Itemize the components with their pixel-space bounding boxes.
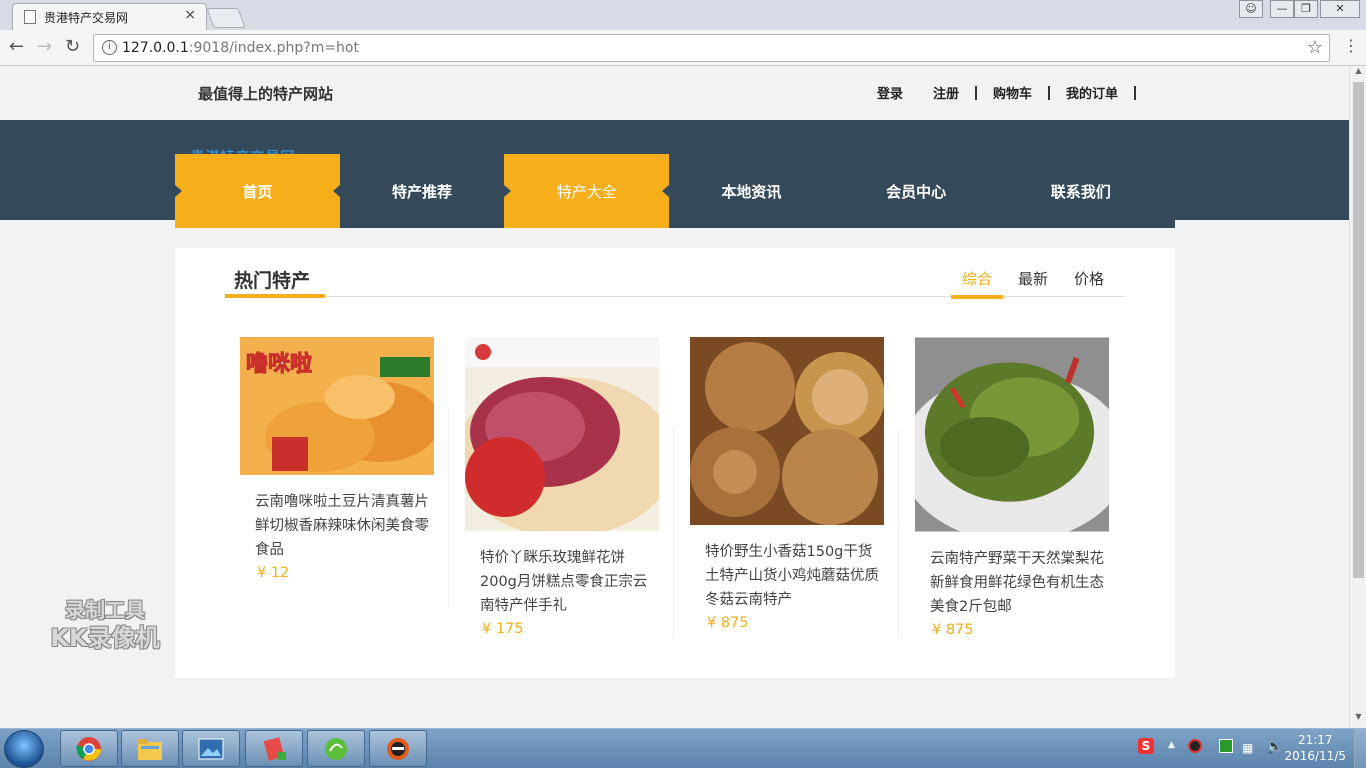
start-button[interactable] <box>4 730 44 768</box>
nav-item-local-news[interactable]: 本地资讯 <box>669 154 834 228</box>
product-name[interactable]: 云南噜咪啦土豆片清真薯片鲜切椒香麻辣味休闲美食零食品 <box>255 490 435 562</box>
restore-icon[interactable]: ❐ <box>1294 0 1318 18</box>
scroll-thumb[interactable] <box>1353 82 1364 578</box>
tab-close-icon[interactable]: × <box>184 7 196 23</box>
show-desktop-button[interactable] <box>1354 729 1366 768</box>
product-name[interactable]: 特价丫眯乐玫瑰鲜花饼200g月饼糕点零食正宗云南特产伴手礼 <box>480 546 660 618</box>
chrome-icon <box>76 737 101 761</box>
bookmark-star-icon[interactable]: ☆ <box>1307 37 1323 58</box>
system-tray: S ▲ ▦ 🔈 21:17 2016/11/5 <box>1116 729 1366 768</box>
status-icon[interactable] <box>1219 739 1233 753</box>
taskbar-notepad[interactable] <box>245 730 303 767</box>
cart-link[interactable]: 购物车 <box>993 83 1032 102</box>
volume-icon[interactable]: 🔈 <box>1266 739 1283 755</box>
product-price: ¥ 875 <box>707 615 749 631</box>
scroll-up-icon[interactable]: ▲ <box>1350 66 1366 80</box>
reload-icon[interactable]: ↻ <box>65 36 80 57</box>
tab-title: 贵港特产交易网 <box>44 11 129 25</box>
minimize-icon[interactable]: — <box>1270 0 1294 18</box>
divider <box>974 85 977 100</box>
vine-icon <box>325 738 347 760</box>
product-image[interactable] <box>690 337 884 525</box>
product-price: ¥ 12 <box>257 565 290 581</box>
info-icon[interactable]: i <box>102 40 117 55</box>
recorder-watermark: 录制工具 KK录像机 <box>50 598 160 652</box>
register-link[interactable]: 注册 <box>933 83 959 102</box>
section-title: 热门特产 <box>234 270 311 292</box>
user-icon[interactable]: ☺ <box>1239 0 1263 18</box>
nav-item-recommend[interactable]: 特产推荐 <box>340 154 505 228</box>
top-bar: 最值得上的特产网站 登录 注册 购物车 我的订单 <box>0 66 1349 120</box>
security-icon[interactable] <box>1188 739 1202 753</box>
browser-tab[interactable]: 贵港特产交易网 × <box>12 3 207 30</box>
product-image[interactable]: 噜咪啦 <box>240 337 434 475</box>
main-nav: 首页 特产推荐 特产大全 本地资讯 会员中心 联系我们 <box>175 154 1175 228</box>
nav-item-contact[interactable]: 联系我们 <box>998 154 1163 228</box>
product-name[interactable]: 云南特产野菜干天然棠梨花新鲜食用鲜花绿色有机生态美食2斤包邮 <box>930 547 1110 619</box>
close-icon[interactable]: ✕ <box>1320 0 1360 18</box>
taskbar-explorer[interactable] <box>121 730 179 767</box>
taskbar-chrome[interactable] <box>60 730 118 767</box>
product-image[interactable] <box>915 337 1109 532</box>
nav-item-all-products[interactable]: 特产大全 <box>504 154 670 228</box>
divider <box>1047 85 1050 100</box>
hot-products-section: 热门特产 综合 最新 价格 噜咪啦 云南噜咪啦土豆片清真薯片鲜切椒香麻辣味休闲美… <box>175 248 1175 678</box>
ime-icon[interactable]: S <box>1138 738 1154 754</box>
product-price: ¥ 175 <box>482 621 524 637</box>
product-image[interactable] <box>465 337 659 531</box>
new-tab-button[interactable] <box>206 8 246 28</box>
product-name[interactable]: 特价野生小香菇150g干货土特产山货小鸡炖蘑菇优质冬菇云南特产 <box>705 540 885 612</box>
clock-time: 21:17 <box>1297 733 1333 747</box>
browser-tab-bar: 贵港特产交易网 × ☺ — ❐ ✕ <box>0 0 1366 30</box>
divider <box>898 428 899 638</box>
clock-date: 2016/11/5 <box>1284 749 1346 763</box>
nav-item-home[interactable]: 首页 <box>175 154 340 228</box>
url-text: 127.0.0.1:9018/index.php?m=hot <box>122 40 359 56</box>
sort-tabs: 综合 最新 价格 <box>949 268 1117 299</box>
taskbar-photo-viewer[interactable] <box>182 730 240 767</box>
sort-tab-newest[interactable]: 最新 <box>1005 268 1061 289</box>
site-slogan: 最值得上的特产网站 <box>198 85 334 103</box>
page-scrollbar[interactable]: ▲ ▼ <box>1349 66 1366 728</box>
taskbar-vine[interactable] <box>307 730 365 767</box>
login-link[interactable]: 登录 <box>877 83 903 102</box>
address-bar[interactable]: i 127.0.0.1:9018/index.php?m=hot ☆ <box>93 34 1330 62</box>
page-icon <box>24 10 36 24</box>
taskbar-recorder[interactable] <box>369 730 427 767</box>
notepad-icon <box>263 737 286 761</box>
brand-label: 噜咪啦 <box>246 351 312 377</box>
forward-icon[interactable]: → <box>37 36 52 57</box>
product-price: ¥ 875 <box>932 622 974 638</box>
divider <box>448 408 449 608</box>
divider <box>673 428 674 638</box>
my-orders-link[interactable]: 我的订单 <box>1066 83 1118 102</box>
system-clock[interactable]: 21:17 2016/11/5 <box>1284 732 1346 764</box>
scroll-down-icon[interactable]: ▼ <box>1350 712 1366 726</box>
recorder-icon <box>387 738 409 760</box>
nav-item-member-center[interactable]: 会员中心 <box>834 154 999 228</box>
photo-viewer-icon <box>198 738 224 760</box>
top-links: 登录 注册 购物车 我的订单 <box>877 83 1152 102</box>
browser-toolbar: ← → ↻ i 127.0.0.1:9018/index.php?m=hot ☆… <box>0 30 1366 66</box>
divider <box>1134 85 1136 100</box>
title-underline <box>225 294 325 298</box>
windows-taskbar: S ▲ ▦ 🔈 21:17 2016/11/5 <box>0 728 1366 768</box>
browser-menu-icon[interactable]: ⋮ <box>1343 36 1359 55</box>
show-hidden-icons-icon[interactable]: ▲ <box>1168 740 1175 750</box>
explorer-icon <box>138 739 162 760</box>
sort-tab-price[interactable]: 价格 <box>1061 268 1117 289</box>
sort-tab-overall[interactable]: 综合 <box>949 268 1005 299</box>
back-icon[interactable]: ← <box>9 36 24 57</box>
network-icon[interactable]: ▦ <box>1242 741 1253 755</box>
